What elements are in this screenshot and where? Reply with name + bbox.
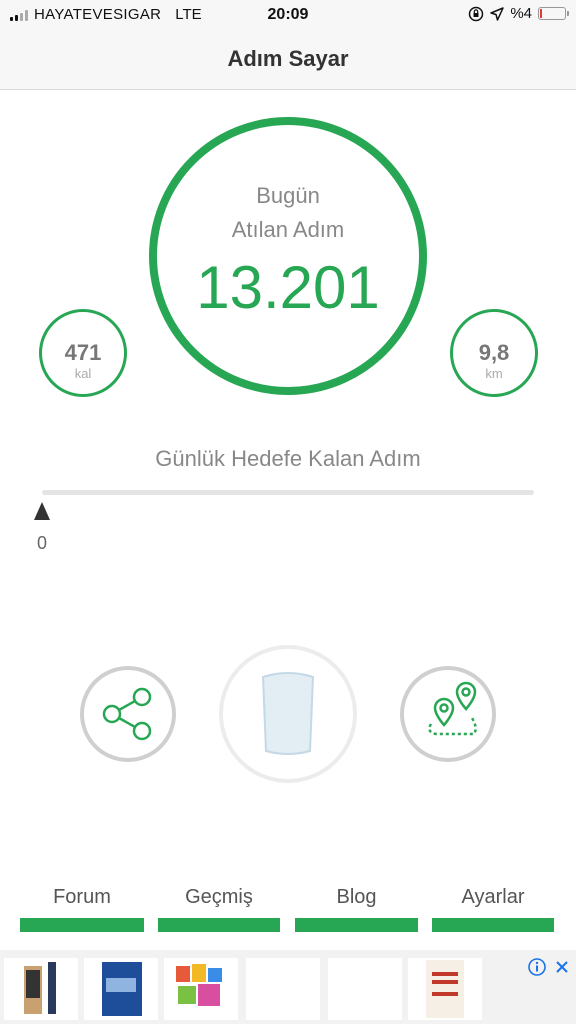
ad-controls[interactable]	[527, 958, 570, 976]
water-glass-icon	[261, 672, 315, 755]
ad-banner[interactable]	[0, 950, 576, 1024]
info-icon[interactable]	[527, 958, 546, 976]
page-title: Adım Sayar	[0, 30, 576, 90]
calories-ring: 471 kal	[39, 309, 127, 397]
share-icon	[102, 687, 152, 741]
tab-blog[interactable]: Blog	[295, 886, 418, 932]
tab-settings[interactable]: Ayarlar	[432, 886, 554, 932]
goal-remaining-label: Günlük Hedefe Kalan Adım	[155, 446, 421, 471]
steps-taken-label: Atılan Adım	[231, 217, 345, 242]
tab-label: Forum	[53, 886, 111, 908]
location-arrow-icon	[490, 6, 505, 21]
orientation-lock-icon	[469, 6, 484, 21]
tab-bar	[295, 918, 418, 932]
tab-bar	[20, 918, 144, 932]
step-count: 13.201	[196, 254, 380, 321]
ad-product-image[interactable]	[164, 958, 238, 1020]
ad-product-image[interactable]	[4, 958, 78, 1020]
tab-label: Geçmiş	[185, 886, 253, 908]
today-label: Bugün	[256, 183, 320, 208]
status-bar: HAYATEVESIGAR LTE 20:09 %4	[0, 0, 576, 30]
ad-product-image[interactable]	[84, 958, 158, 1020]
battery-icon	[538, 7, 569, 20]
tab-bar	[158, 918, 280, 932]
ad-product-image[interactable]	[246, 958, 320, 1020]
battery-percent: %4	[510, 5, 532, 22]
goal-remaining-value: 0	[37, 533, 48, 553]
goal-progress-track	[42, 490, 534, 495]
calories-unit: kal	[74, 366, 92, 381]
ad-product-image[interactable]	[328, 958, 402, 1020]
route-map-button[interactable]	[400, 666, 496, 762]
water-button[interactable]	[219, 645, 357, 783]
share-button[interactable]	[80, 666, 176, 762]
map-route-icon	[428, 681, 477, 736]
distance-unit: km	[485, 366, 503, 381]
close-icon[interactable]	[554, 959, 570, 975]
steps-ring: Bugün Atılan Adım 13.201	[149, 117, 427, 395]
tab-label: Blog	[336, 886, 377, 908]
tab-history[interactable]: Geçmiş	[158, 886, 280, 932]
tab-bar	[432, 918, 554, 932]
distance-ring: 9,8 km	[450, 309, 538, 397]
tab-label: Ayarlar	[461, 886, 525, 908]
calories-value: 471	[64, 340, 102, 365]
tab-forum[interactable]: Forum	[20, 886, 144, 932]
progress-marker-icon	[34, 502, 50, 520]
distance-value: 9,8	[478, 340, 510, 365]
ad-product-image[interactable]	[408, 958, 482, 1020]
